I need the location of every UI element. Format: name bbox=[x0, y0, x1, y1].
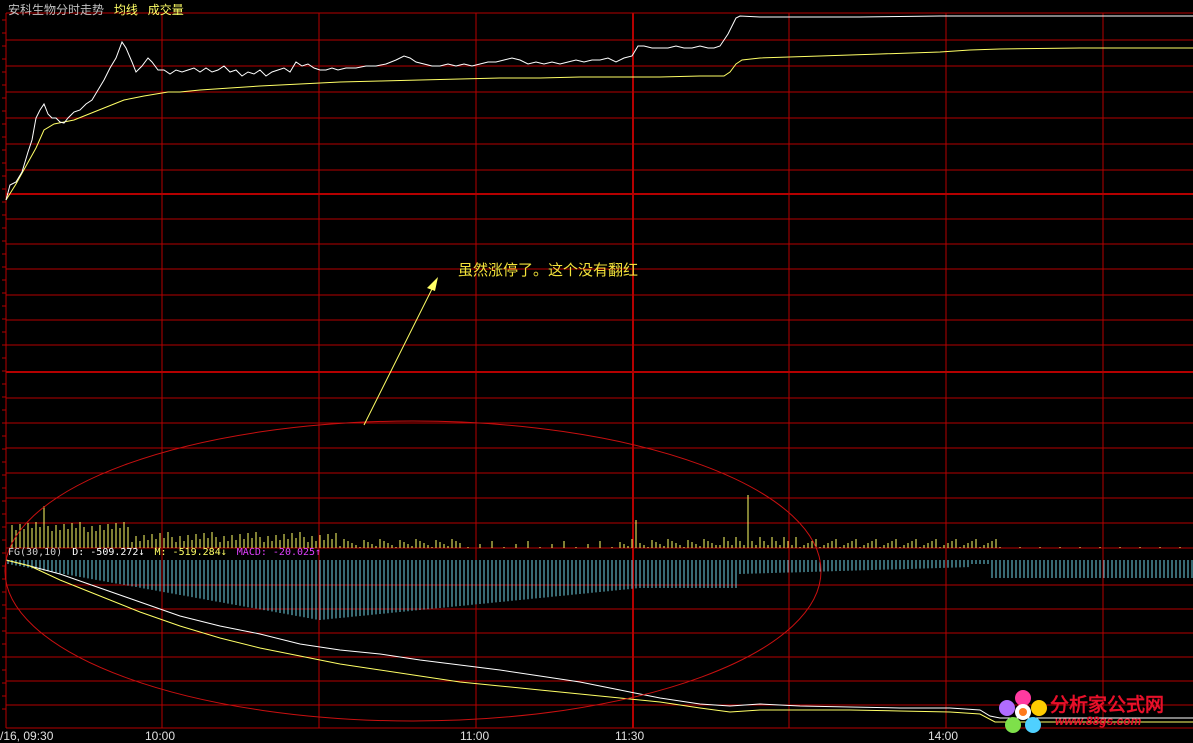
chart-grid bbox=[2, 12, 1193, 729]
price-line bbox=[5, 15, 1193, 201]
x-label-1400: 14:00 bbox=[928, 729, 959, 743]
flower-icon bbox=[999, 690, 1047, 733]
indicator-name: FG(30,10) bbox=[8, 547, 63, 558]
macd-bars bbox=[7, 560, 1193, 620]
indicator-readout: FG(30,10) D: -509.272↓ M: -519.284↓ MACD… bbox=[8, 547, 325, 558]
watermark-logo: 分析家公式网 www.88gs.com bbox=[995, 688, 1187, 734]
watermark-title: 分析家公式网 bbox=[1050, 694, 1165, 716]
volume-legend: 成交量 bbox=[147, 3, 184, 17]
indicator-d-value: D: -509.272↓ bbox=[72, 547, 145, 558]
x-label-1130: 11:30 bbox=[615, 729, 645, 743]
annotation-arrow-head bbox=[427, 277, 438, 291]
volume-bars bbox=[11, 495, 1181, 548]
highlight-ellipse bbox=[4, 420, 822, 722]
x-label-1100: 11:00 bbox=[460, 729, 490, 743]
chart-header: 安科生物分时走势 均线 成交量 bbox=[8, 1, 190, 18]
x-label-1000: 10:00 bbox=[145, 729, 176, 743]
annotation-text: 虽然涨停了。这个没有翻红 bbox=[458, 261, 639, 279]
indicator-m-value: M: -519.284↓ bbox=[154, 547, 227, 558]
annotation-arrow-shaft bbox=[363, 280, 437, 426]
watermark-url: www.88gs.com bbox=[1055, 714, 1142, 728]
chart-title: 安科生物分时走势 bbox=[8, 3, 105, 17]
indicator-macd-value: MACD: -20.025↑ bbox=[236, 547, 322, 558]
avg-line-legend: 均线 bbox=[113, 3, 138, 17]
intraday-chart bbox=[2, 12, 1193, 729]
x-label-0930: /16, 09:30 bbox=[0, 729, 54, 743]
